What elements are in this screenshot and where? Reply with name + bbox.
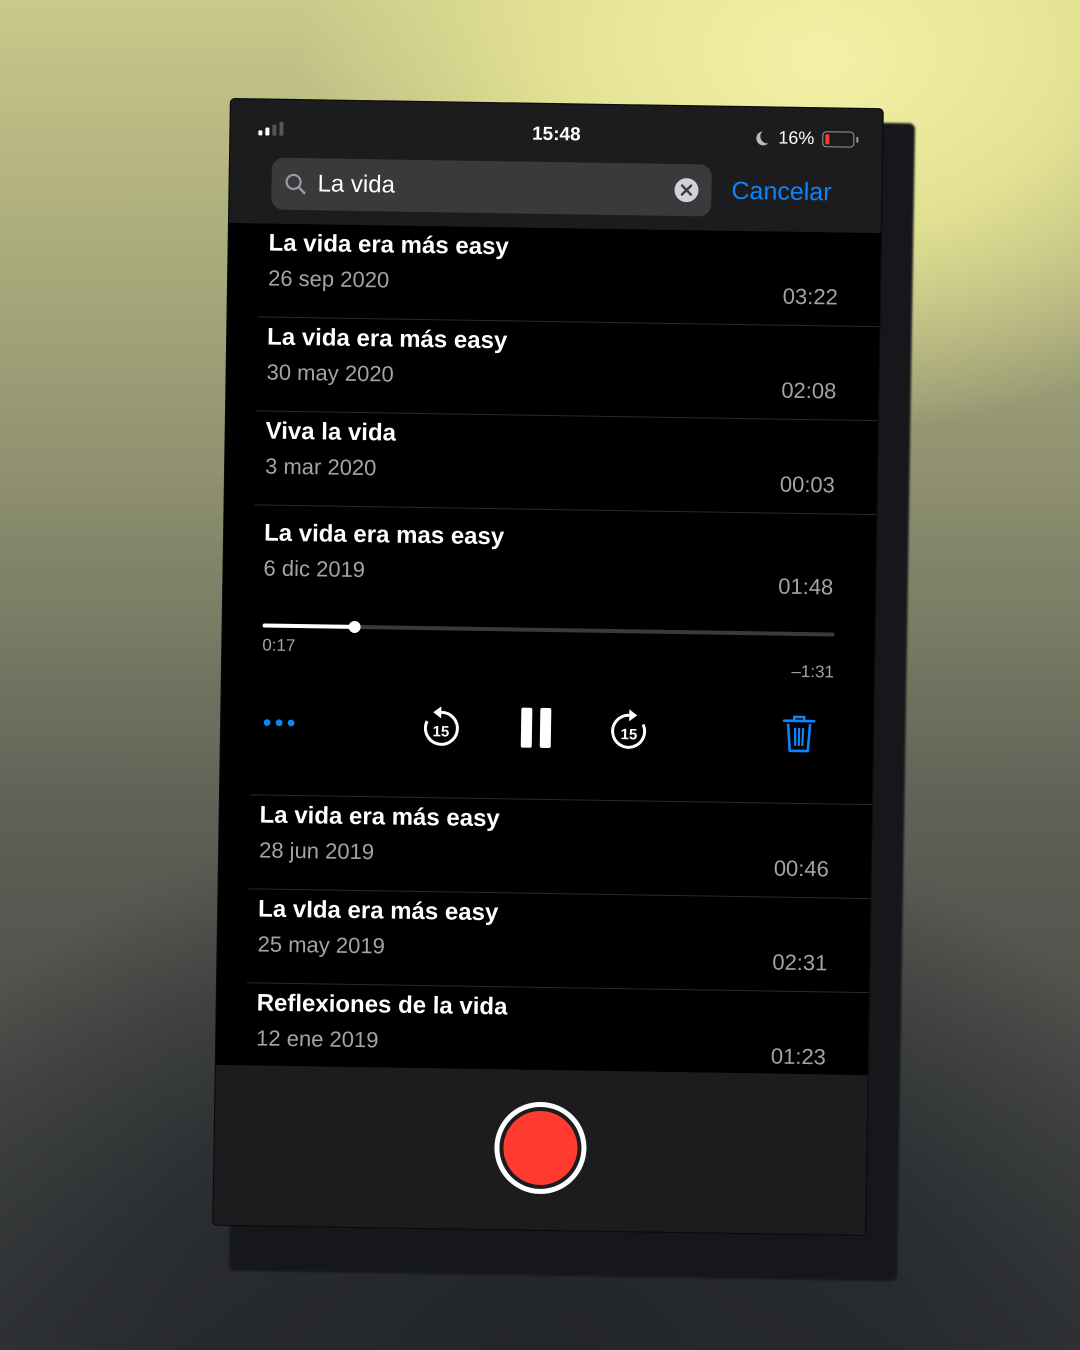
record-button[interactable] [493, 1101, 588, 1195]
recording-title: La vida era más easy [268, 229, 509, 261]
playing-recording[interactable]: La vida era mas easy 6 dic 2019 01:48 0:… [220, 505, 876, 805]
recording-duration: 03:22 [782, 283, 839, 310]
recording-title: La vida era más easy [266, 323, 508, 355]
playback-scrubber[interactable] [262, 620, 835, 637]
elapsed-time: 0:17 [262, 635, 296, 656]
skip-back-seconds: 15 [432, 723, 449, 740]
skip-forward-seconds: 15 [620, 726, 637, 743]
battery-icon [822, 130, 855, 148]
search-icon [285, 173, 306, 195]
skip-back-icon[interactable]: 15 [421, 706, 462, 749]
recording-duration: 00:03 [779, 471, 836, 498]
recording-row[interactable]: La vida era más easy 28 jun 2019 00:46 [218, 795, 871, 899]
recording-title: La vIda era más easy [257, 895, 499, 927]
recording-title: La vida era más easy [259, 801, 500, 833]
recording-duration: 02:08 [781, 377, 837, 404]
recording-duration: 00:46 [773, 855, 830, 882]
skip-forward-icon[interactable]: 15 [609, 709, 650, 752]
recording-title: La vida era mas easy [263, 519, 505, 551]
recording-date: 28 jun 2019 [258, 837, 375, 865]
battery-percent: 16% [778, 127, 815, 149]
top-bar: 15:48 16% La vida Cancelar [228, 98, 883, 234]
playback-progress [262, 623, 355, 629]
remaining-time: –1:31 [791, 661, 835, 682]
phone-screen: 15:48 16% La vida Cancelar La vida era m… [213, 98, 883, 1236]
recording-title: Reflexiones de la vida [256, 989, 508, 1021]
recording-row[interactable]: La vIda era más easy 25 may 2019 02:31 [217, 889, 870, 993]
pause-icon[interactable] [519, 706, 554, 751]
scrubber-handle[interactable] [348, 620, 361, 634]
search-field[interactable]: La vida [271, 157, 712, 217]
recording-date: 25 may 2019 [257, 931, 385, 959]
search-input[interactable]: La vida [317, 170, 673, 204]
battery-fill [825, 133, 830, 144]
recording-date: 26 sep 2020 [267, 265, 390, 293]
moon-icon [760, 129, 774, 143]
recording-duration: 01:23 [770, 1043, 827, 1070]
record-icon [502, 1110, 579, 1186]
recording-date: 6 dic 2019 [263, 555, 366, 583]
status-right: 16% [756, 127, 855, 150]
recordings-list: La vida era más easy 26 sep 2020 03:22 L… [215, 222, 881, 1088]
trash-icon[interactable] [781, 714, 818, 755]
playback-controls: 15 15 [220, 701, 873, 771]
recording-row[interactable]: Viva la vida 3 mar 2020 00:03 [225, 411, 878, 515]
recording-date: 30 may 2020 [266, 359, 394, 387]
recording-row[interactable]: La vida era más easy 30 may 2020 02:08 [226, 317, 879, 421]
clear-search-icon[interactable] [673, 177, 699, 203]
recording-duration: 02:31 [772, 949, 828, 976]
more-options-icon[interactable] [261, 716, 301, 731]
cancel-button[interactable]: Cancelar [731, 177, 831, 208]
recording-title: Viva la vida [265, 417, 397, 447]
recording-date: 3 mar 2020 [264, 453, 377, 481]
recording-duration: 01:48 [778, 573, 834, 600]
bottom-bar [213, 1064, 868, 1236]
recording-date: 12 ene 2019 [255, 1025, 379, 1053]
recording-row[interactable]: La vida era más easy 26 sep 2020 03:22 [227, 223, 880, 327]
